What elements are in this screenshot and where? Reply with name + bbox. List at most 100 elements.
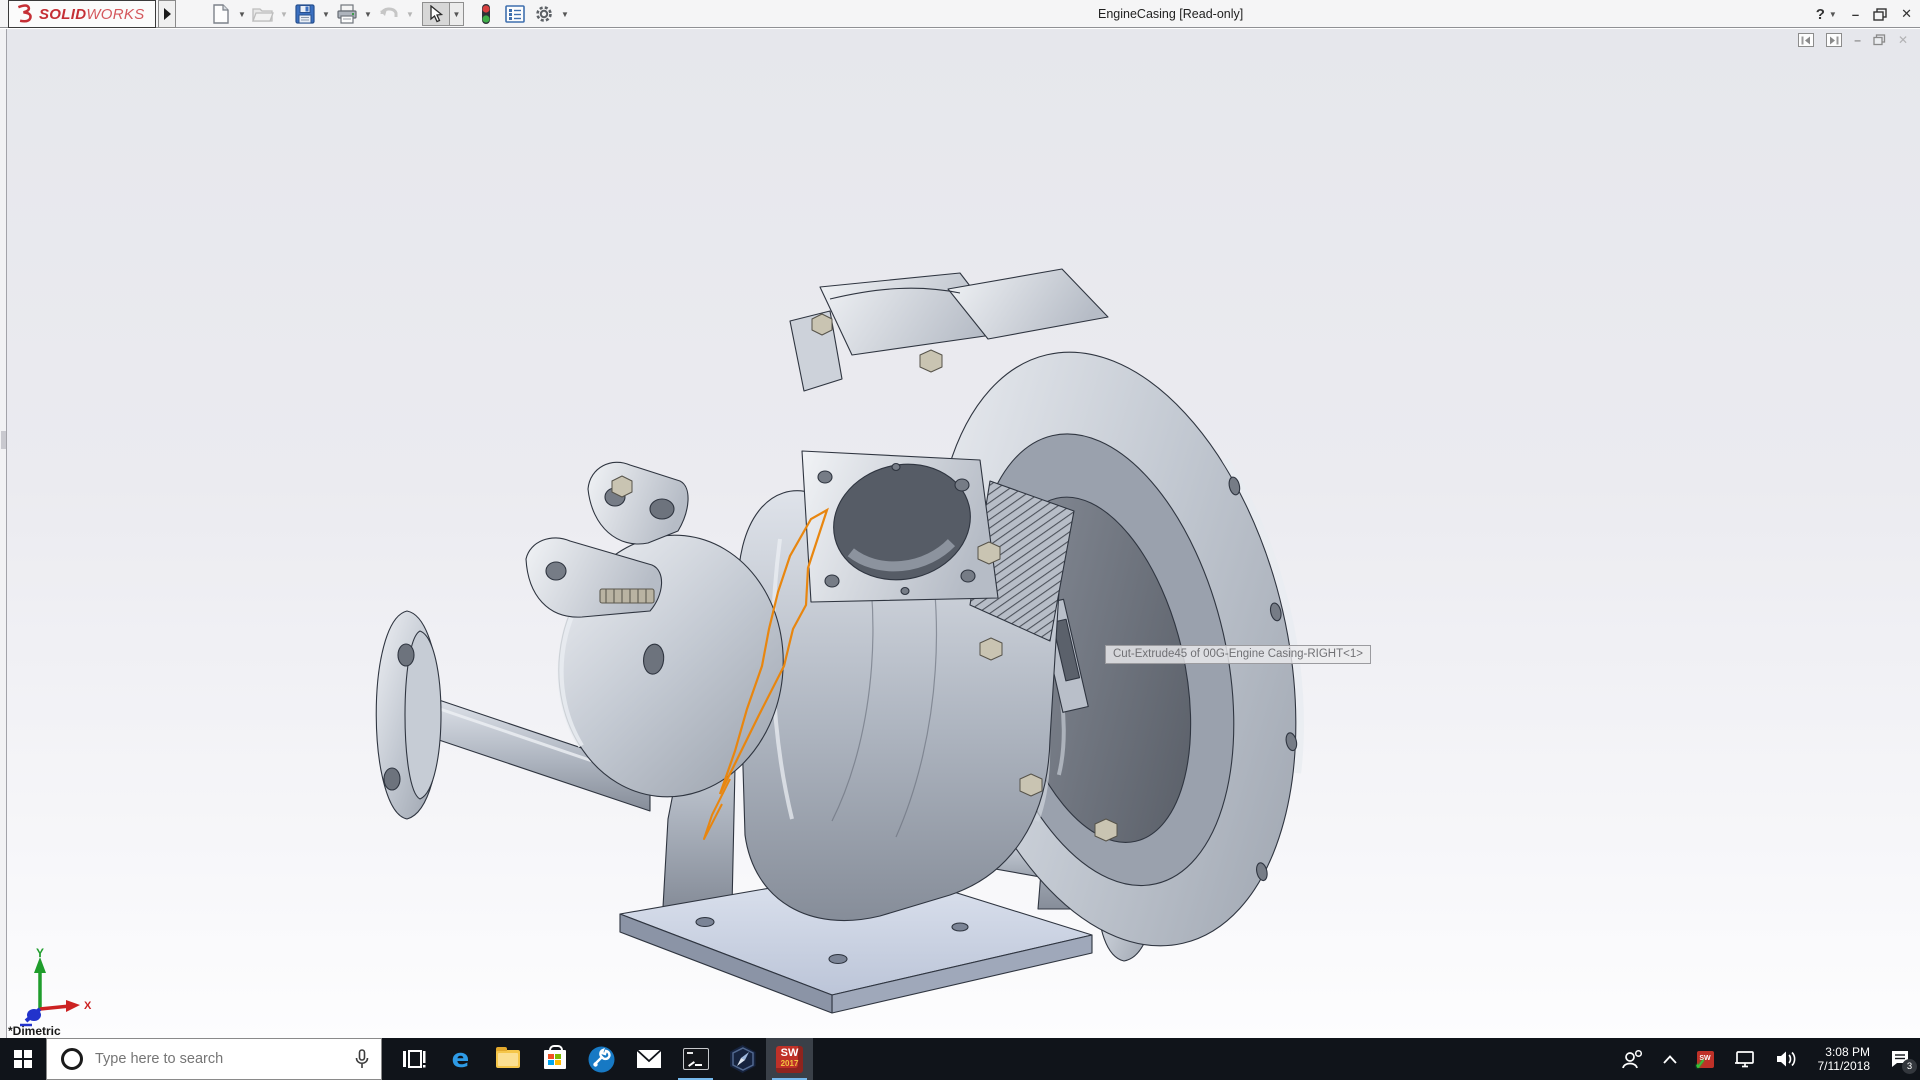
dassault-mark-icon bbox=[13, 3, 39, 25]
traffic-light-icon bbox=[480, 3, 492, 25]
help-button[interactable]: ?▼ bbox=[1816, 6, 1838, 23]
menu-flyout-button[interactable] bbox=[158, 0, 176, 28]
new-document-icon bbox=[212, 4, 230, 24]
chevron-up-icon bbox=[1663, 1055, 1677, 1064]
help-dropdown[interactable]: ▼ bbox=[1828, 10, 1838, 19]
window-controls: ?▼ – ✕ bbox=[1816, 0, 1912, 28]
tray-time: 3:08 PM bbox=[1818, 1045, 1871, 1059]
solidworks-app-button[interactable]: SW 2017 bbox=[766, 1038, 813, 1080]
options-button[interactable] bbox=[531, 2, 557, 26]
graphics-viewport[interactable]: – ✕ bbox=[0, 29, 1920, 1038]
window-title: EngineCasing [Read-only] bbox=[1098, 7, 1243, 21]
compass-hexagon-icon bbox=[730, 1045, 756, 1073]
edge-button[interactable]: e bbox=[437, 1038, 484, 1080]
microphone-icon[interactable] bbox=[355, 1049, 369, 1069]
doc-minimize-button[interactable]: – bbox=[1854, 33, 1861, 47]
save-floppy-icon bbox=[295, 4, 315, 24]
gear-icon bbox=[534, 4, 554, 24]
select-arrow-icon bbox=[428, 5, 444, 23]
pane-right-icon bbox=[1829, 36, 1839, 45]
edge-icon: e bbox=[452, 1046, 470, 1072]
action-center-button[interactable]: 3 bbox=[1890, 1050, 1910, 1068]
select-dropdown[interactable]: ▼ bbox=[449, 3, 463, 25]
solidworks-tray-button[interactable]: SW✓ bbox=[1697, 1051, 1714, 1068]
select-tool-group: ▼ bbox=[422, 2, 464, 26]
options-dropdown[interactable]: ▼ bbox=[560, 10, 570, 19]
command-prompt-icon bbox=[683, 1048, 709, 1070]
mail-button[interactable] bbox=[625, 1038, 672, 1080]
solidworks-logo: SOLIDWORKS bbox=[8, 0, 156, 28]
restore-button[interactable] bbox=[1873, 8, 1887, 21]
command-prompt-button[interactable] bbox=[672, 1038, 719, 1080]
start-button[interactable] bbox=[0, 1038, 46, 1080]
quick-toolbar: ▼ ▼ ▼ ▼ bbox=[208, 0, 570, 28]
network-icon bbox=[1734, 1050, 1756, 1068]
close-button[interactable]: ✕ bbox=[1901, 6, 1912, 22]
file-properties-button[interactable] bbox=[502, 2, 528, 26]
triad-x-label: X bbox=[84, 1000, 92, 1012]
engine-casing-model[interactable] bbox=[360, 259, 1320, 1019]
notification-badge: 3 bbox=[1902, 1059, 1917, 1074]
hidden-icons-button[interactable] bbox=[1663, 1055, 1677, 1064]
search-input[interactable] bbox=[95, 1051, 355, 1067]
save-dropdown[interactable]: ▼ bbox=[321, 10, 331, 19]
next-pane-button[interactable] bbox=[1826, 33, 1842, 47]
solidworks-icon: SW 2017 bbox=[776, 1046, 803, 1073]
document-window-controls: – ✕ bbox=[1798, 33, 1908, 47]
open-folder-icon bbox=[252, 5, 274, 23]
windows-logo-icon bbox=[14, 1050, 32, 1068]
previous-pane-button[interactable] bbox=[1798, 33, 1814, 47]
logo-text: SOLIDWORKS bbox=[39, 6, 145, 23]
print-icon bbox=[336, 4, 358, 24]
solidworks-tray-icon: SW✓ bbox=[1697, 1051, 1714, 1068]
volume-button[interactable] bbox=[1776, 1050, 1798, 1068]
pane-left-icon bbox=[1801, 36, 1811, 45]
people-button[interactable] bbox=[1621, 1049, 1643, 1069]
print-dropdown[interactable]: ▼ bbox=[363, 10, 373, 19]
undo-button[interactable] bbox=[376, 2, 402, 26]
taskbar-search[interactable] bbox=[46, 1038, 382, 1080]
undo-dropdown[interactable]: ▼ bbox=[405, 10, 415, 19]
speaker-icon bbox=[1776, 1050, 1798, 1068]
taskbar-app-icons: e bbox=[390, 1038, 813, 1080]
network-button[interactable] bbox=[1734, 1050, 1756, 1068]
undo-icon bbox=[378, 5, 400, 23]
orientation-triad: Y X bbox=[12, 945, 112, 1029]
view-orientation-label: *Dimetric bbox=[8, 1024, 61, 1038]
taskbar: e bbox=[0, 1038, 1920, 1080]
feature-tooltip: Cut-Extrude45 of 00G-Engine Casing-RIGHT… bbox=[1105, 645, 1371, 664]
open-dropdown[interactable]: ▼ bbox=[279, 10, 289, 19]
store-button[interactable] bbox=[531, 1038, 578, 1080]
microsoft-logo-icon bbox=[548, 1054, 561, 1065]
task-view-button[interactable] bbox=[390, 1038, 437, 1080]
clock[interactable]: 3:08 PM 7/11/2018 bbox=[1818, 1045, 1871, 1073]
people-icon bbox=[1621, 1049, 1643, 1069]
file-explorer-button[interactable] bbox=[484, 1038, 531, 1080]
print-button[interactable] bbox=[334, 2, 360, 26]
store-icon bbox=[544, 1050, 566, 1069]
settings-tool-button[interactable] bbox=[578, 1038, 625, 1080]
flyout-arrow-icon bbox=[164, 8, 171, 20]
save-button[interactable] bbox=[292, 2, 318, 26]
minimize-button[interactable]: – bbox=[1852, 7, 1859, 22]
tray-date: 7/11/2018 bbox=[1818, 1059, 1871, 1073]
wrench-circle-icon bbox=[588, 1046, 615, 1073]
rebuild-button[interactable] bbox=[473, 2, 499, 26]
doc-close-button[interactable]: ✕ bbox=[1898, 33, 1908, 47]
check-icon: ✓ bbox=[1695, 1057, 1707, 1072]
new-dropdown[interactable]: ▼ bbox=[237, 10, 247, 19]
mail-icon bbox=[636, 1049, 662, 1069]
doc-restore-button[interactable] bbox=[1873, 34, 1886, 46]
task-view-icon bbox=[402, 1048, 426, 1070]
select-tool-button[interactable] bbox=[423, 3, 449, 25]
new-document-button[interactable] bbox=[208, 2, 234, 26]
open-button[interactable] bbox=[250, 2, 276, 26]
cortana-icon bbox=[61, 1048, 83, 1070]
file-explorer-icon bbox=[496, 1050, 520, 1068]
system-tray: SW✓ 3:08 PM 7/11/2018 bbox=[1621, 1038, 1920, 1080]
compass-app-button[interactable] bbox=[719, 1038, 766, 1080]
splitter-handle[interactable] bbox=[1, 431, 6, 449]
feature-panel-splitter[interactable] bbox=[0, 29, 7, 1038]
file-properties-icon bbox=[505, 5, 525, 23]
titlebar: SOLIDWORKS ▼ ▼ ▼ bbox=[0, 0, 1920, 28]
